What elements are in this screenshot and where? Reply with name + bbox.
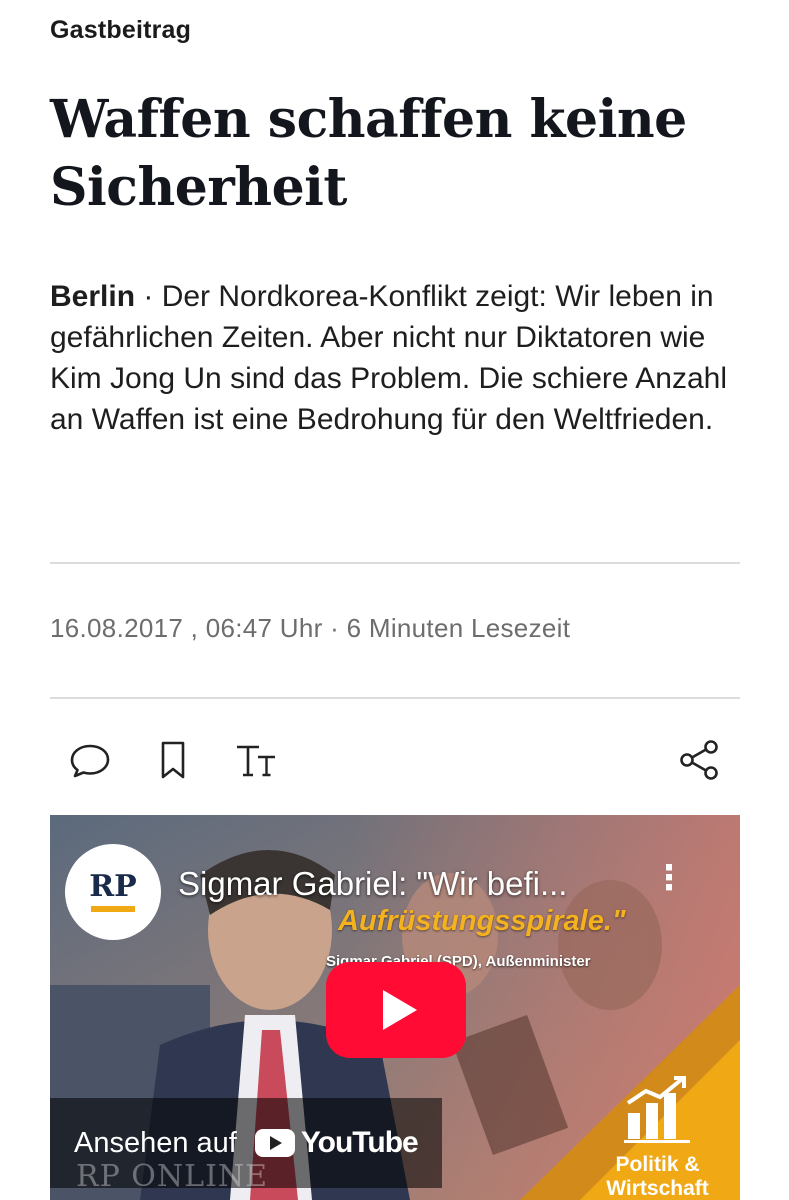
channel-logo-text: RP xyxy=(89,869,137,904)
watch-label: Ansehen auf xyxy=(74,1126,237,1159)
text-size-icon xyxy=(237,745,275,777)
channel-logo[interactable]: RP xyxy=(65,844,161,940)
article-meta: 16.08.2017 , 06:47 Uhr · 6 Minuten Lesez… xyxy=(50,613,571,643)
play-button[interactable] xyxy=(326,962,466,1058)
bar-chart-icon xyxy=(624,1076,690,1143)
teaser-location: Berlin xyxy=(50,280,136,313)
share-button[interactable] xyxy=(675,736,723,784)
youtube-wordmark: YouTube xyxy=(300,1126,419,1159)
teaser-separator: · xyxy=(135,280,162,313)
overlay-quote: Aufrüstungsspirale." xyxy=(338,905,626,937)
divider-top xyxy=(50,562,740,564)
youtube-logo: YouTube xyxy=(254,1126,419,1160)
youtube-icon xyxy=(254,1129,295,1157)
youtube-embed[interactable]: RP Sigmar Gabriel: "Wir befi... ⋮ Aufrüs… xyxy=(50,815,740,1200)
play-icon xyxy=(383,990,417,1030)
comment-button[interactable] xyxy=(66,736,114,784)
category-label: Politik & Wirtschaft xyxy=(606,1153,709,1200)
divider-bottom xyxy=(50,697,740,699)
article-kicker: Gastbeitrag xyxy=(50,16,192,44)
bookmark-icon xyxy=(161,741,185,779)
article-teaser: Berlin · Der Nordkorea-Konflikt zeigt: W… xyxy=(50,276,740,440)
comment-icon xyxy=(70,744,110,778)
text-size-button[interactable] xyxy=(232,736,280,784)
share-icon xyxy=(680,740,718,780)
video-title[interactable]: Sigmar Gabriel: "Wir befi... xyxy=(178,865,567,903)
channel-logo-bar xyxy=(91,906,135,912)
rp-online-watermark: RP ONLINE xyxy=(76,1159,269,1194)
more-options-icon[interactable]: ⋮ xyxy=(652,861,686,895)
article-headline: Waffen schaffen keine Sicherheit xyxy=(50,89,687,218)
bookmark-button[interactable] xyxy=(149,736,197,784)
